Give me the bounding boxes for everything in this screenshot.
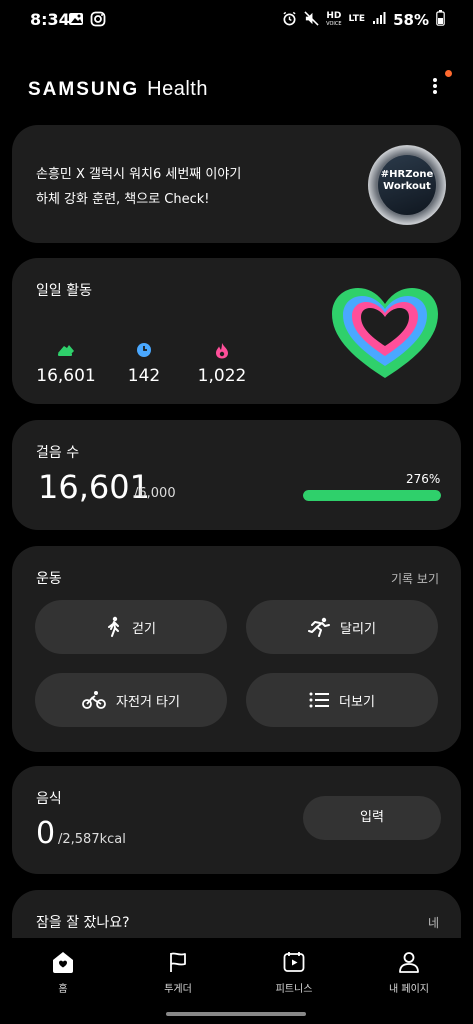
daily-steps-metric: 16,601	[36, 342, 96, 386]
status-bar: 8:34 HD VOICE LTE 58%	[0, 0, 473, 44]
cycling-icon	[82, 690, 106, 710]
nav-my-page-label: 내 페이지	[389, 984, 429, 995]
daily-minutes-value: 142	[127, 366, 161, 386]
status-right-icons: HD VOICE LTE 58%	[282, 10, 445, 29]
promo-banner[interactable]: 손흥민 X 갤럭시 워치6 세번째 이야기 하체 강화 훈련, 책으로 Chec…	[12, 125, 461, 243]
nav-together-label: 투게더	[164, 984, 192, 995]
list-icon	[309, 692, 330, 708]
instagram-notification-icon	[90, 11, 106, 31]
notification-dot	[445, 70, 452, 77]
brand-samsung: SAMSUNG	[28, 79, 140, 100]
status-time: 8:34	[30, 10, 70, 29]
more-exercises-button[interactable]: 더보기	[246, 673, 438, 727]
steps-goal: /6,000	[134, 486, 176, 501]
exercise-title: 운동	[36, 571, 62, 587]
app-title: SAMSUNG Health	[28, 78, 208, 101]
shoe-icon	[36, 342, 96, 360]
gallery-notification-icon	[68, 11, 84, 31]
mute-icon	[304, 10, 319, 29]
alarm-icon	[282, 11, 297, 29]
steps-progress-fill	[303, 490, 441, 501]
more-options-button[interactable]	[425, 76, 445, 100]
battery-icon	[436, 10, 445, 29]
daily-minutes-metric: 142	[114, 342, 174, 386]
clock-icon	[114, 342, 174, 360]
hd-voice-indicator: HD VOICE	[326, 11, 342, 28]
lte-indicator: LTE	[348, 14, 366, 24]
home-icon	[18, 948, 108, 976]
status-left-icons	[68, 11, 106, 31]
daily-calories-metric: 1,022	[192, 342, 252, 386]
steps-progress-bar	[303, 490, 441, 501]
food-calories-value: 0	[36, 816, 56, 851]
signal-icon	[372, 11, 386, 28]
sleep-yes-button[interactable]: 네	[428, 914, 439, 931]
exercise-history-link[interactable]: 기록 보기	[391, 570, 439, 587]
walking-label: 걷기	[132, 621, 156, 637]
walking-icon	[106, 616, 122, 638]
nav-together[interactable]: 투게더	[133, 948, 223, 995]
running-button[interactable]: 달리기	[246, 600, 438, 654]
daily-activity-title: 일일 활동	[36, 283, 92, 299]
daily-steps-value: 16,601	[36, 366, 96, 386]
flag-icon	[133, 948, 223, 976]
more-exercises-label: 더보기	[339, 694, 375, 710]
running-label: 달리기	[340, 621, 376, 637]
activity-heart-rings	[330, 286, 440, 382]
promo-subtitle: 하체 강화 훈련, 책으로 Check!	[36, 192, 210, 207]
gesture-home-bar[interactable]	[166, 1012, 306, 1016]
battery-percent: 58%	[393, 10, 429, 29]
daily-calories-value: 1,022	[197, 366, 247, 386]
person-icon	[364, 948, 454, 976]
app-header: SAMSUNG Health	[0, 70, 473, 110]
exercise-card: 운동 기록 보기 걷기 달리기 자전거 타기 더보기	[12, 546, 461, 752]
food-input-button[interactable]: 입력	[303, 796, 441, 840]
watch-image: #HRZone Workout	[368, 145, 446, 225]
flame-icon	[192, 342, 252, 360]
nav-home-label: 홈	[58, 984, 68, 995]
sleep-question: 잠을 잘 잤나요?	[36, 915, 130, 931]
steps-card[interactable]: 걸음 수 16,601 /6,000 276%	[12, 420, 461, 530]
walking-button[interactable]: 걷기	[35, 600, 227, 654]
food-card[interactable]: 음식 0 /2,587kcal 입력	[12, 766, 461, 874]
steps-title: 걸음 수	[36, 445, 80, 461]
cycling-label: 자전거 타기	[116, 694, 180, 710]
steps-percent: 276%	[406, 472, 441, 486]
promo-headline: 손흥민 X 갤럭시 워치6 세번째 이야기	[36, 167, 242, 182]
play-calendar-icon	[249, 948, 339, 976]
watch-face-text: #HRZone Workout	[378, 155, 436, 215]
nav-home[interactable]: 홈	[18, 948, 108, 995]
brand-health: Health	[147, 78, 208, 100]
running-icon	[308, 617, 331, 637]
daily-activity-card[interactable]: 일일 활동 16,601 142 1,022	[12, 258, 461, 404]
food-title: 음식	[36, 791, 62, 807]
nav-my-page[interactable]: 내 페이지	[364, 948, 454, 995]
cycling-button[interactable]: 자전거 타기	[35, 673, 227, 727]
food-calorie-goal: /2,587kcal	[58, 832, 126, 847]
nav-fitness[interactable]: 피트니스	[249, 948, 339, 995]
nav-fitness-label: 피트니스	[275, 984, 313, 995]
